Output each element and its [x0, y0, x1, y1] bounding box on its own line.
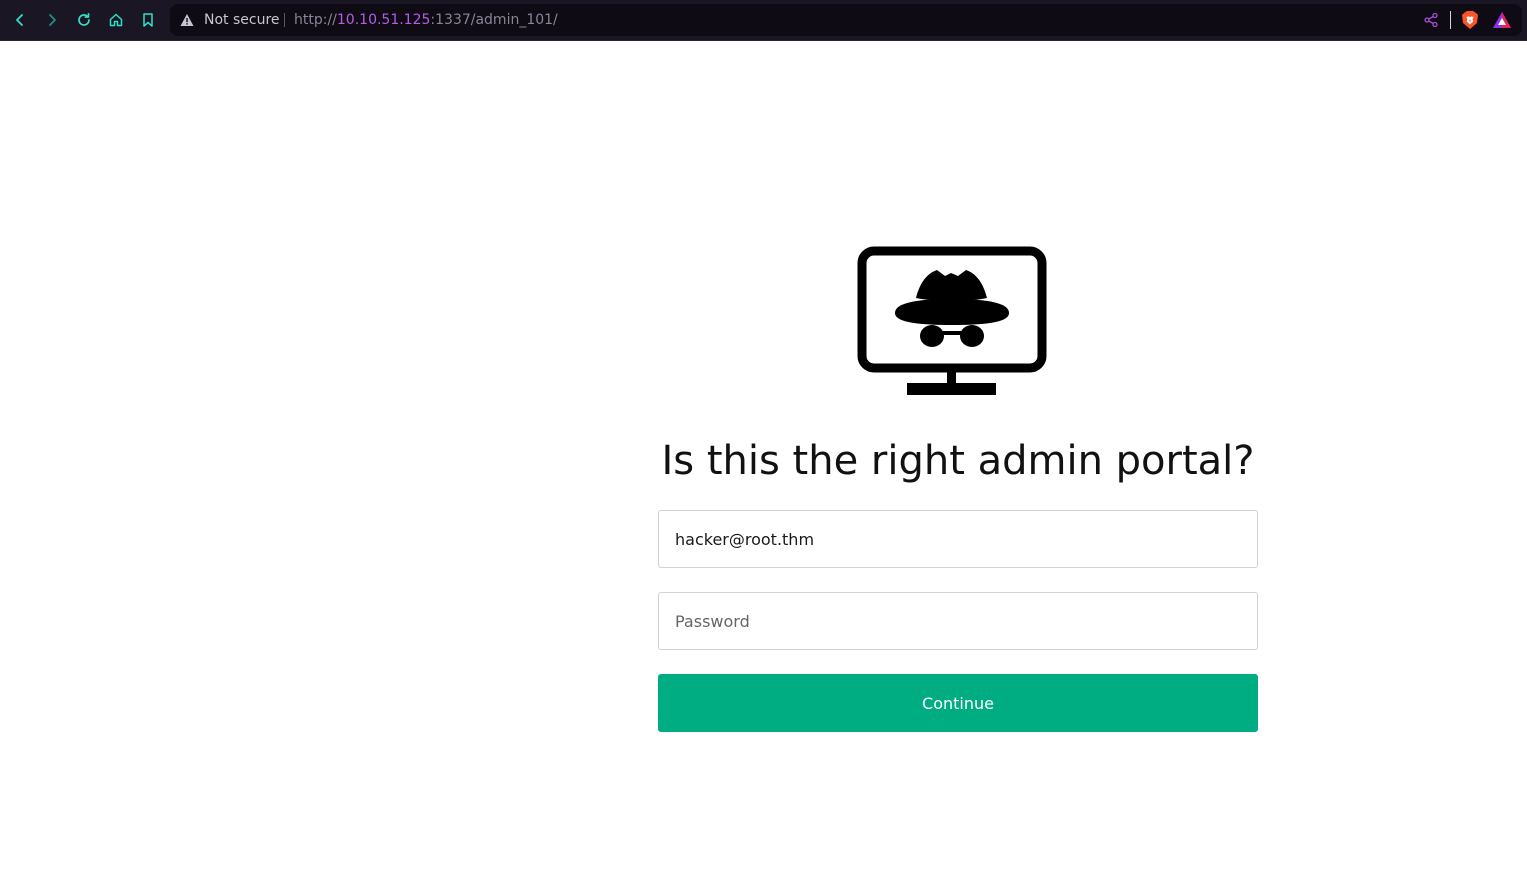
url-scheme: http:// — [294, 12, 337, 28]
page-content: Is this the right admin portal? Continue — [0, 41, 1527, 885]
email-input[interactable] — [659, 511, 1257, 567]
back-icon — [16, 14, 23, 26]
url-text[interactable]: http://10.10.51.125:1337/admin_101/ — [294, 4, 558, 36]
browser-toolbar: Not secure http://10.10.51.125:1337/admi… — [0, 0, 1527, 41]
bookmark-button[interactable] — [136, 8, 160, 32]
url-path: :1337/admin_101/ — [430, 12, 558, 28]
warning-icon[interactable] — [180, 13, 194, 27]
reload-button[interactable] — [72, 8, 96, 32]
forward-button[interactable] — [40, 8, 64, 32]
email-field[interactable] — [658, 510, 1258, 568]
security-status-label[interactable]: Not secure — [204, 4, 280, 36]
address-separator — [284, 13, 285, 27]
bookmark-icon — [143, 13, 153, 27]
home-icon — [109, 13, 123, 27]
reload-icon — [78, 12, 90, 26]
toolbar-divider — [1450, 11, 1451, 29]
incognito-monitor-icon — [857, 246, 1047, 395]
forward-icon — [49, 14, 56, 26]
back-button[interactable] — [8, 8, 32, 32]
share-icon[interactable] — [1423, 12, 1439, 28]
brave-shields-icon[interactable] — [1460, 10, 1480, 30]
page-title: Is this the right admin portal? — [661, 438, 1255, 484]
home-button[interactable] — [104, 8, 128, 32]
continue-button[interactable]: Continue — [658, 674, 1258, 732]
password-input[interactable] — [659, 593, 1257, 649]
password-field[interactable] — [658, 592, 1258, 650]
url-host: 10.10.51.125 — [336, 12, 431, 28]
address-bar[interactable]: Not secure http://10.10.51.125:1337/admi… — [170, 4, 1522, 36]
brave-rewards-icon[interactable] — [1492, 11, 1512, 29]
